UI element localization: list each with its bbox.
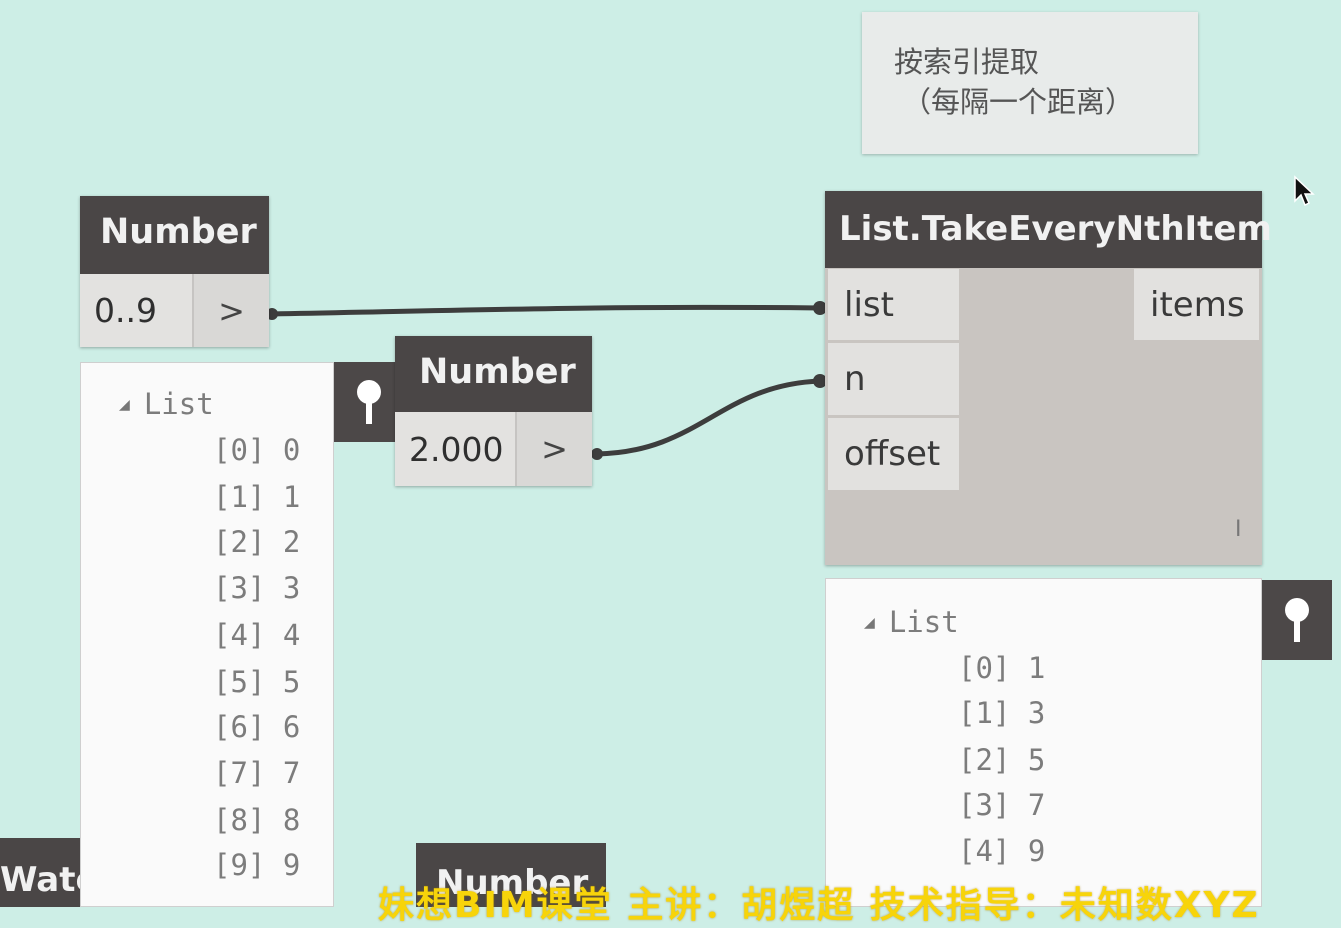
pin-button-right[interactable] <box>1262 580 1332 660</box>
list-item: [3] 3 <box>213 571 301 605</box>
note-line-2: （每隔一个距离） <box>902 85 1135 119</box>
list-item: [2] 5 <box>958 743 1046 777</box>
input-port-n[interactable]: n <box>828 343 959 415</box>
mouse-cursor-icon <box>1294 175 1315 207</box>
list-item: [4] 4 <box>213 618 301 652</box>
node-title[interactable]: Number <box>80 196 269 274</box>
list-item: [2] 2 <box>213 525 301 559</box>
list-item: [5] 5 <box>213 665 301 699</box>
list-item: [6] 6 <box>213 710 301 744</box>
watch-node-partial[interactable]: Watc <box>0 838 80 907</box>
wire-range-to-list[interactable] <box>271 304 821 317</box>
list-item: [0] 0 <box>213 433 301 467</box>
expand-triangle-icon[interactable]: ◢ <box>864 612 875 633</box>
pin-icon <box>357 380 381 424</box>
annotation-note[interactable]: 按索引提取 （每隔一个距离） <box>862 12 1198 154</box>
list-item: [8] 8 <box>213 803 301 837</box>
number-node-range[interactable]: Number 0..9 > <box>80 196 269 347</box>
list-item: [9] 9 <box>213 848 301 882</box>
input-port-list[interactable]: list <box>828 269 959 340</box>
list-item: [0] 1 <box>958 651 1046 685</box>
list-item: [1] 3 <box>958 696 1046 730</box>
take-every-nth-item-node[interactable]: List.TakeEveryNthItem list n offset item… <box>825 191 1272 565</box>
pin-icon <box>1285 598 1309 642</box>
node-title[interactable]: Number <box>395 336 592 412</box>
note-line-1: 按索引提取 <box>894 45 1040 79</box>
input-port-offset[interactable]: offset <box>828 418 959 490</box>
number-value-field[interactable]: 0..9 <box>80 274 192 347</box>
node-title[interactable]: List.TakeEveryNthItem <box>825 191 1272 268</box>
lacing-indicator[interactable]: I <box>1235 517 1242 542</box>
expand-triangle-icon[interactable]: ◢ <box>119 394 130 415</box>
number-node-step[interactable]: Number 2.000 > <box>395 336 592 486</box>
list-item: [4] 9 <box>958 834 1046 868</box>
list-header: List <box>143 387 214 421</box>
wire-number-to-n[interactable] <box>596 378 821 457</box>
expand-button[interactable]: > <box>192 274 269 347</box>
list-item: [7] 7 <box>213 756 301 790</box>
number-value-field[interactable]: 2.000 <box>395 412 515 486</box>
watch-preview-left[interactable]: ◢ List [0] 0 [1] 1 [2] 2 [3] 3 [4] 4 [5]… <box>80 362 334 907</box>
output-port-items[interactable]: items <box>1134 269 1259 340</box>
list-item: [1] 1 <box>213 480 301 514</box>
list-item: [3] 7 <box>958 788 1046 822</box>
list-header: List <box>888 605 959 639</box>
expand-button[interactable]: > <box>515 412 592 486</box>
pin-button-left[interactable] <box>334 362 404 442</box>
video-watermark-banner: 妹想BIM课堂 主讲：胡煜超 技术指导：未知数XYZ <box>378 885 1260 926</box>
watch-preview-right[interactable]: ◢ List [0] 1 [1] 3 [2] 5 [3] 7 [4] 9 <box>825 578 1262 907</box>
